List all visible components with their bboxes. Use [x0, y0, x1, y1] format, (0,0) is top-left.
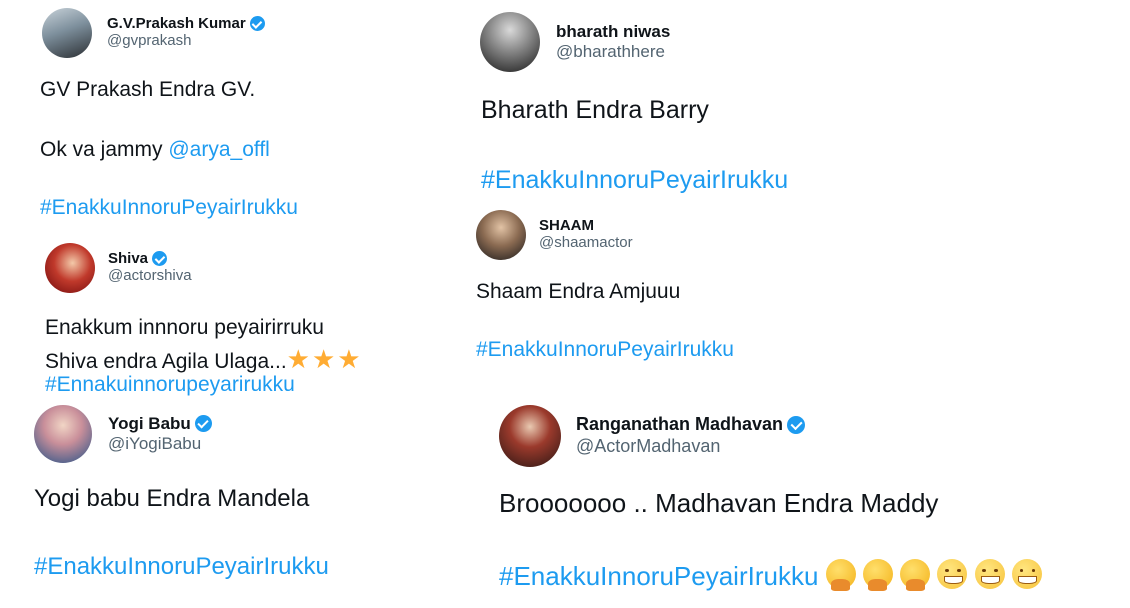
- avatar[interactable]: [45, 243, 95, 293]
- author-handle[interactable]: @iYogiBabu: [108, 433, 212, 454]
- author-name[interactable]: Yogi Babu: [108, 414, 191, 434]
- tweet-header-bharath: bharath niwas @bharathhere: [480, 12, 670, 72]
- tweet-header-shaam: SHAAM @shaamactor: [476, 210, 633, 260]
- tweet-header-yogibabu: Yogi Babu @iYogiBabu: [34, 405, 212, 463]
- author-name[interactable]: G.V.Prakash Kumar: [107, 15, 246, 32]
- author-name[interactable]: bharath niwas: [556, 22, 670, 42]
- author-name[interactable]: Ranganathan Madhavan: [576, 414, 783, 435]
- author-handle[interactable]: @shaamactor: [539, 234, 633, 253]
- tweet-text-line: Ok va jammy @arya_offl: [40, 138, 270, 162]
- grinning-face-icon: [1011, 559, 1042, 589]
- tweet-text-line: Bharath Endra Barry: [481, 96, 709, 124]
- verified-icon: [787, 415, 806, 434]
- mention-link[interactable]: @arya_offl: [168, 138, 269, 161]
- author-handle[interactable]: @ActorMadhavan: [576, 435, 805, 458]
- avatar[interactable]: [34, 405, 92, 463]
- grinning-face-icon: [974, 559, 1005, 589]
- emoji-row: [818, 559, 1042, 591]
- star-emoji: ★★★: [286, 344, 363, 374]
- author-name[interactable]: Shiva: [108, 250, 148, 267]
- author-name[interactable]: SHAAM: [539, 217, 594, 234]
- tweet-text-line: Brooooooo .. Madhavan Endra Maddy: [499, 488, 939, 518]
- tweet-text-line: Yogi babu Endra Mandela: [34, 485, 310, 512]
- avatar[interactable]: [499, 405, 561, 467]
- hashtag-link[interactable]: #EnakkuInnoruPeyairIrukku: [499, 561, 818, 591]
- hashtag-link[interactable]: #EnakkuInnoruPeyairIrukku: [34, 553, 329, 581]
- author-handle[interactable]: @gvprakash: [107, 32, 265, 51]
- tweet-text: Ok va jammy: [40, 138, 169, 161]
- hugging-face-icon: [900, 559, 931, 591]
- hashtag-link[interactable]: #EnakkuInnoruPeyairIrukku: [40, 196, 298, 220]
- tweet-header-shiva: Shiva @actorshiva: [45, 243, 192, 293]
- tweet-text-line: GV Prakash Endra GV.: [40, 78, 256, 101]
- avatar[interactable]: [476, 210, 526, 260]
- verified-icon: [194, 414, 212, 432]
- avatar[interactable]: [42, 8, 92, 58]
- tweet-text-line: Shiva endra Agila Ulaga...★★★: [45, 344, 363, 375]
- hugging-face-icon: [825, 559, 856, 591]
- hashtag-link[interactable]: #Ennakuinnorupeyarirukku: [45, 373, 295, 397]
- hashtag-link[interactable]: #EnakkuInnoruPeyairIrukku: [476, 338, 734, 362]
- hashtag-link[interactable]: #EnakkuInnoruPeyairIrukku: [481, 166, 788, 195]
- tweet-text-line: #EnakkuInnoruPeyairIrukku: [499, 559, 1042, 592]
- tweet-text: Shiva endra Agila Ulaga...: [45, 350, 287, 373]
- tweet-text-line: Enakkum innnoru peyairirruku: [45, 316, 324, 339]
- author-handle[interactable]: @bharathhere: [556, 41, 670, 62]
- verified-icon: [249, 16, 265, 32]
- author-handle[interactable]: @actorshiva: [108, 267, 192, 286]
- hugging-face-icon: [862, 559, 893, 591]
- tweet-header-madhavan: Ranganathan Madhavan @ActorMadhavan: [499, 405, 806, 467]
- tweet-text-line: Shaam Endra Amjuuu: [476, 280, 681, 303]
- tweet-header-gvprakash: G.V.Prakash Kumar @gvprakash: [42, 8, 265, 58]
- grinning-face-icon: [937, 559, 968, 589]
- verified-icon: [152, 251, 168, 267]
- avatar[interactable]: [480, 12, 540, 72]
